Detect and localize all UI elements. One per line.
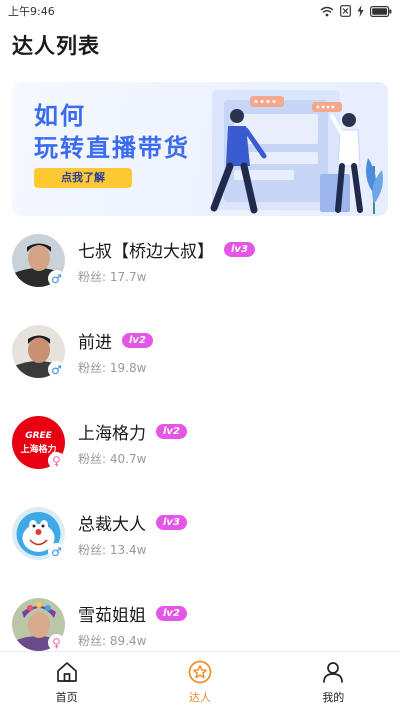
creator-name-row: 总裁大人 lv3 (78, 510, 187, 535)
fan-count: 粉丝: 89.4w (78, 634, 147, 648)
gender-icon: ♂ (48, 543, 65, 560)
gender-icon: ♂ (48, 270, 65, 287)
page-title: 达人列表 (12, 34, 100, 58)
banner-subheadline: 玩转直播带货 (34, 134, 190, 162)
creator-list-item[interactable]: ♂ 前进 lv2 粉丝: 19.8w (0, 313, 400, 404)
tab-label: 我的 (322, 691, 345, 704)
level-badge: lv3 (224, 242, 255, 257)
fan-count: 粉丝: 17.7w (78, 270, 147, 284)
status-icons (320, 5, 392, 17)
gender-icon: ♀ (48, 452, 65, 469)
tab-creators[interactable]: 达人 (133, 652, 266, 711)
gender-icon: ♂ (48, 361, 65, 378)
promo-banner[interactable]: 如何 玩转直播带货 点我了解 (12, 82, 388, 216)
tab-home[interactable]: 首页 (0, 652, 133, 711)
avatar-logo: GREE (25, 430, 52, 441)
wifi-icon (320, 6, 334, 16)
battery-icon (370, 5, 392, 17)
creator-name: 七叔【桥边大叔】 (78, 242, 214, 262)
level-badge: lv2 (122, 333, 153, 348)
status-time: 上午9:46 (8, 5, 55, 18)
fan-count: 粉丝: 13.4w (78, 543, 147, 557)
creator-name-row: 前进 lv2 (78, 328, 153, 353)
level-badge: lv2 (156, 606, 187, 621)
fan-count: 粉丝: 40.7w (78, 452, 147, 466)
learn-more-button[interactable]: 点我了解 (34, 168, 132, 188)
creator-name: 上海格力 (78, 424, 146, 444)
level-badge: lv2 (156, 424, 187, 439)
status-bar: 上午9:46 (0, 0, 400, 22)
gender-icon: ♀ (48, 634, 65, 651)
creator-name: 前进 (78, 333, 112, 353)
level-badge: lv3 (156, 515, 187, 530)
home-icon (56, 662, 77, 682)
creator-list-item[interactable]: GREE 上海格力 ♀ 上海格力 lv2 粉丝: 40.7w (0, 404, 400, 495)
banner-headline: 如何 (34, 102, 86, 130)
creator-list-item[interactable]: ♂ 七叔【桥边大叔】 lv3 粉丝: 17.7w (0, 222, 400, 313)
creator-name-row: 雪茹姐姐 lv2 (78, 601, 187, 626)
tab-profile[interactable]: 我的 (267, 652, 400, 711)
bottom-tab-bar: 首页 达人 我的 (0, 651, 400, 711)
creator-list-item[interactable]: ♂ 总裁大人 lv3 粉丝: 13.4w (0, 495, 400, 586)
fan-count: 粉丝: 19.8w (78, 361, 147, 375)
creator-list: ♂ 七叔【桥边大叔】 lv3 粉丝: 17.7w ♂ 前进 lv2 粉丝: 19… (0, 222, 400, 677)
charging-icon (357, 5, 364, 17)
creator-name-row: 七叔【桥边大叔】 lv3 (78, 237, 255, 262)
creator-name-row: 上海格力 lv2 (78, 419, 187, 444)
profile-icon (323, 662, 344, 683)
tab-label: 首页 (55, 691, 78, 704)
star-icon (188, 660, 212, 684)
creator-name: 总裁大人 (78, 515, 146, 535)
banner-illustration (210, 90, 383, 214)
no-sim-icon (340, 5, 351, 17)
creator-name: 雪茹姐姐 (78, 606, 146, 626)
tab-label: 达人 (188, 691, 211, 704)
